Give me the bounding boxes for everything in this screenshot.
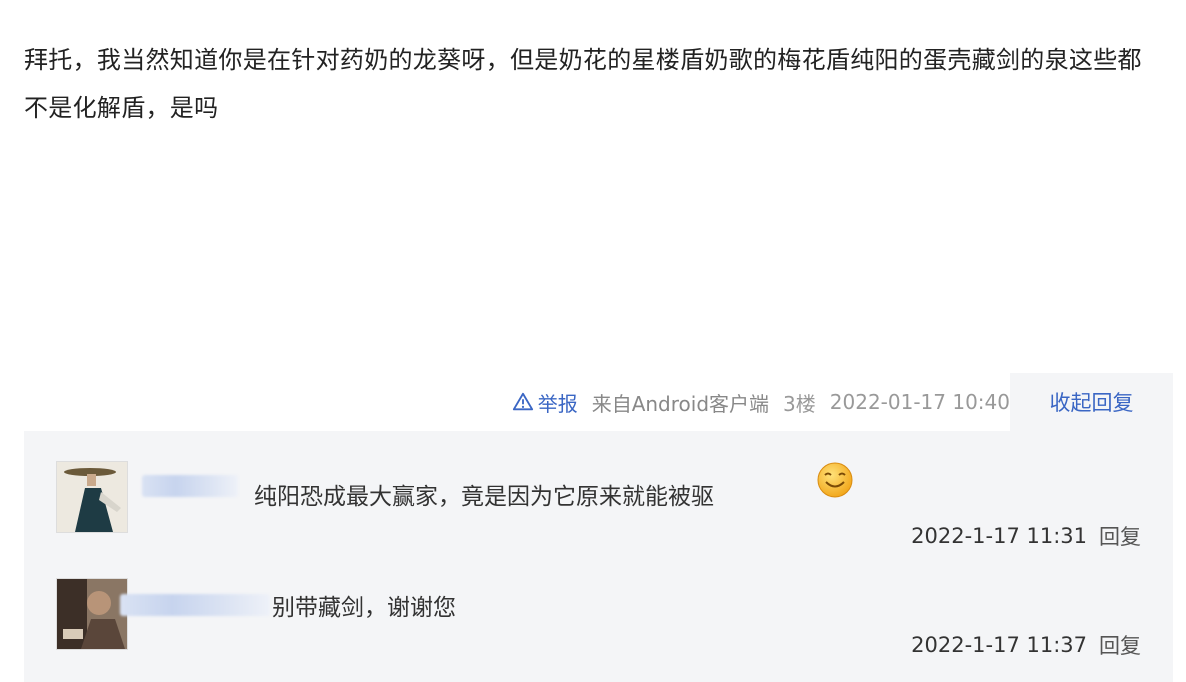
reply-button[interactable]: 回复	[1099, 521, 1141, 551]
report-link[interactable]: 举报	[512, 388, 578, 417]
blurred-username[interactable]	[142, 475, 238, 497]
user-avatar[interactable]	[56, 578, 128, 650]
reply-time: 2022-1-17 11:37	[911, 633, 1087, 657]
report-label: 举报	[537, 391, 578, 416]
avatar-photo-icon	[57, 579, 127, 649]
client-source: 来自Android客户端	[591, 391, 770, 416]
reply-item: 纯阳恐成最大赢家，竟是因为它原来就能被驱 2022-1-17 11:31 回复	[24, 431, 1173, 556]
reply-time: 2022-1-17 11:31	[911, 524, 1087, 548]
reply-panel: 纯阳恐成最大赢家，竟是因为它原来就能被驱 2022-1-17 11:31 回复	[24, 431, 1173, 682]
blurred-username[interactable]	[120, 594, 270, 616]
collapse-replies-button[interactable]: 收起回复	[1010, 373, 1173, 431]
reply-text: 纯阳恐成最大赢家，竟是因为它原来就能被驱	[254, 484, 714, 510]
reply-meta: 2022-1-17 11:37 回复	[911, 630, 1141, 660]
post-meta-bar: 举报 来自Android客户端 3楼 2022-01-17 10:40	[0, 380, 1010, 424]
reply-meta: 2022-1-17 11:31 回复	[911, 521, 1141, 551]
reply-button[interactable]: 回复	[1099, 630, 1141, 660]
post-content: 拜托，我当然知道你是在针对药奶的龙葵呀，但是奶花的星楼盾奶歌的梅花盾纯阳的蛋壳藏…	[24, 46, 1142, 122]
reply-item: 别带藏剑，谢谢您 2022-1-17 11:37 回复	[24, 556, 1173, 682]
smiley-emoji-icon	[817, 462, 853, 498]
reply-text: 别带藏剑，谢谢您	[272, 595, 456, 621]
avatar-figure-icon	[57, 462, 127, 532]
user-avatar[interactable]	[56, 461, 128, 533]
warning-icon	[512, 392, 533, 411]
post-time: 2022-01-17 10:40	[829, 390, 1010, 414]
floor-number: 3楼	[783, 391, 816, 416]
